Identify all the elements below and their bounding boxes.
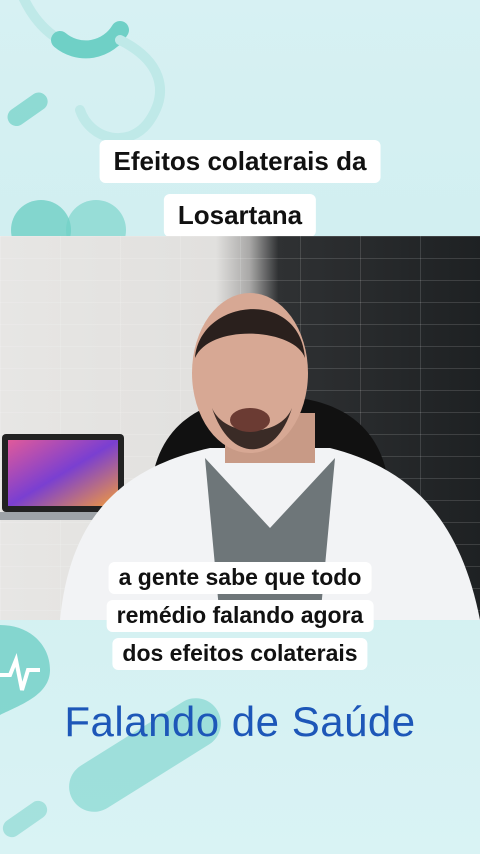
video-frame[interactable]: a gente sabe que todo	[0, 236, 480, 620]
subtitle-line-3: dos efeitos colaterais	[112, 638, 368, 670]
pill-icon	[7, 92, 48, 127]
pill-icon-small	[2, 800, 48, 838]
subtitle-line-1: a gente sabe que todo	[108, 562, 372, 594]
subtitle-line-2: remédio falando agora	[106, 600, 374, 632]
video-title-line-1: Efeitos colaterais da	[99, 140, 381, 183]
channel-brand: Falando de Saúde	[64, 698, 416, 745]
video-title-line-2: Losartana	[163, 194, 317, 237]
